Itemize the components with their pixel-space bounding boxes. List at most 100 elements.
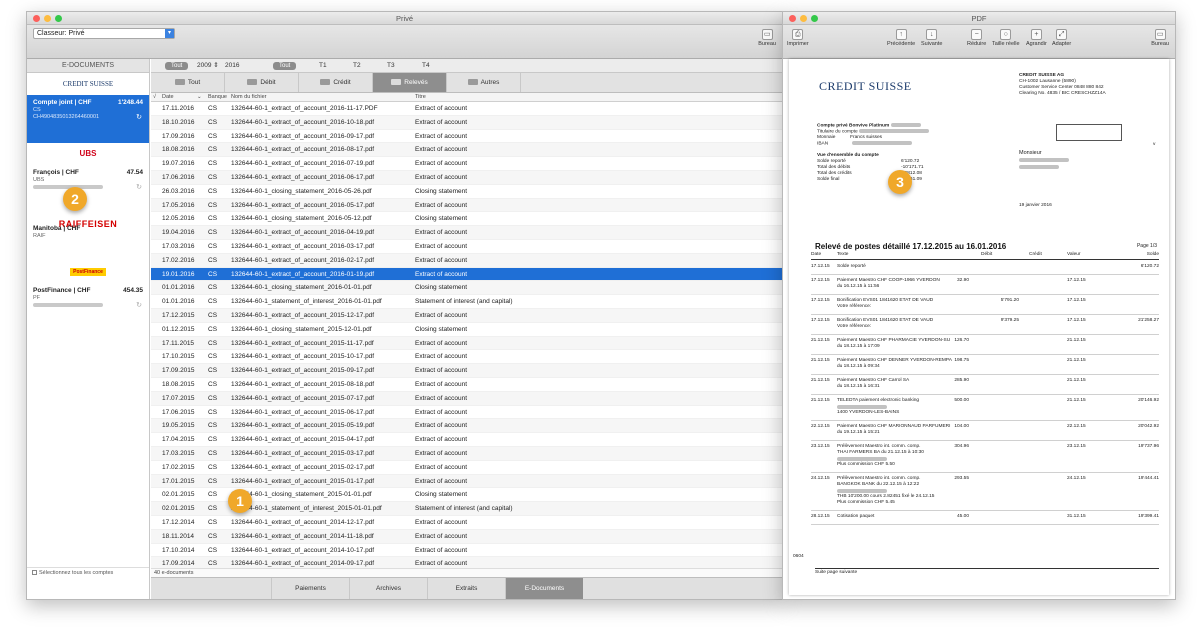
year-from-select[interactable]: 2009 ⇕ xyxy=(197,62,219,70)
next-page-button[interactable]: ↓ Suivante xyxy=(921,29,942,47)
table-row[interactable]: 17.03.2016 CS 132644-60-1_extract_of_accou… xyxy=(151,240,782,254)
table-row[interactable]: 01.01.2016 CS 132644-60-1_statement_of_int… xyxy=(151,295,782,309)
cell-bank: CS xyxy=(208,242,218,250)
close-button[interactable] xyxy=(33,15,40,22)
tab-paiements[interactable]: Paiements xyxy=(271,578,349,599)
tab-archives[interactable]: Archives xyxy=(349,578,427,599)
table-row[interactable]: 19.01.2016 CS 132644-60-1_extract_of_accou… xyxy=(151,267,782,282)
print-button[interactable]: ⎙ Imprimer xyxy=(787,29,809,47)
cell-date: 17.03.2016 xyxy=(162,242,195,250)
pdf-toolbar: ⎙ Imprimer ↑ Précédente ↓ Suivante − Réduire… xyxy=(783,25,1175,59)
cell-file: 132644-60-1_extract_of_account_2016-10-1… xyxy=(231,118,375,126)
cell-title: Extract of account xyxy=(415,380,468,388)
select-all-checkbox[interactable] xyxy=(32,570,37,576)
table-row[interactable]: 01.01.2016 CS 132644-60-1_closing_statemen… xyxy=(151,281,782,296)
cell-date: 18.11.2014 xyxy=(162,532,195,540)
tab-extraits[interactable]: Extraits xyxy=(427,578,505,599)
sync-icon[interactable]: ↻ xyxy=(136,183,142,191)
table-row[interactable]: 17.04.2015 CS 132644-60-1_extract_of_accou… xyxy=(151,433,782,447)
fit-button[interactable]: ⤢ Adapter xyxy=(1052,29,1071,47)
bureau-button[interactable]: ▭ Bureau xyxy=(758,29,776,47)
table-row[interactable]: 17.10.2015 CS 132644-60-1_extract_of_accou… xyxy=(151,350,782,365)
table-row[interactable]: 17.09.2015 CS 132644-60-1_extract_of_accou… xyxy=(151,364,782,378)
table-row[interactable]: 18.11.2014 CS 132644-60-1_extract_of_accou… xyxy=(151,529,782,544)
account-item-manitoba[interactable]: Manitoba | CHF RAIF xyxy=(27,221,149,261)
cell-date: 19.01.2016 xyxy=(162,270,195,278)
cell-title: Extract of account xyxy=(415,256,468,264)
cell-bank: CS xyxy=(208,532,218,540)
table-row[interactable]: 17.01.2015 CS 132644-60-1_extract_of_accou… xyxy=(151,474,782,489)
table-row[interactable]: 17.09.2016 CS 132644-60-1_extract_of_accou… xyxy=(151,130,782,144)
quarter-t2[interactable]: T2 xyxy=(353,62,361,70)
table-row[interactable]: 19.07.2016 CS 132644-60-1_extract_of_accou… xyxy=(151,157,782,171)
sort-check-icon[interactable]: √ xyxy=(153,93,156,102)
tab-releves[interactable]: Relevés xyxy=(373,73,447,92)
col-title[interactable]: Titre xyxy=(415,93,615,102)
pdf-bureau-button[interactable]: ▭ Bureau xyxy=(1151,29,1169,47)
account-item-compte-joint[interactable]: Compte joint | CHF 1'248.44 CS CH4904835… xyxy=(27,95,149,143)
table-row[interactable]: 26.03.2016 CS 132644-60-1_closing_statemen… xyxy=(151,185,782,199)
side-code: 0604 xyxy=(793,554,804,559)
cell-title: Closing statement xyxy=(415,215,468,223)
transaction-row: 17.12.15 Bonification EVS01 1841620 ETAT … xyxy=(811,298,1159,315)
account-item-francois[interactable]: François | CHF 47.54 UBS ↻ xyxy=(27,165,149,213)
cell-date: 17.12.2015 xyxy=(162,311,195,319)
close-button[interactable] xyxy=(789,15,796,22)
year-to-select[interactable]: 2016 xyxy=(225,62,239,70)
prev-page-button[interactable]: ↑ Précédente xyxy=(887,29,915,47)
fit-icon: ⤢ xyxy=(1056,29,1068,40)
tab-e-documents[interactable]: E-Documents xyxy=(505,578,583,599)
zoom-button[interactable] xyxy=(55,15,62,22)
cell-title: Extract of account xyxy=(415,173,468,181)
account-name: Manitoba | CHF xyxy=(33,225,81,232)
cell-file: 132644-60-1_extract_of_account_2014-10-1… xyxy=(231,546,375,554)
filter-all-years[interactable]: Tout xyxy=(165,62,189,70)
select-all-accounts[interactable]: Sélectionnez tous les comptes xyxy=(27,567,149,577)
table-row[interactable]: 01.12.2015 CS 132644-60-1_closing_statemen… xyxy=(151,323,782,337)
cell-title: Statement of interest (and capital) xyxy=(415,505,513,513)
table-row[interactable]: 17.02.2016 CS 132644-60-1_extract_of_accou… xyxy=(151,253,782,268)
table-row[interactable]: 19.05.2015 CS 132644-60-1_extract_of_accou… xyxy=(151,419,782,434)
table-row[interactable]: 17.11.2015 CS 132644-60-1_extract_of_accou… xyxy=(151,336,782,351)
quarter-t1[interactable]: T1 xyxy=(319,62,327,70)
sync-icon[interactable]: ↻ xyxy=(136,113,142,121)
table-row[interactable]: 17.07.2015 CS 132644-60-1_extract_of_accou… xyxy=(151,391,782,406)
pdf-page[interactable]: CREDIT SUISSE CREDIT SUISSE AG CH-1002 L… xyxy=(789,59,1169,595)
table-row[interactable]: 12.05.2016 CS 132644-60-1_closing_statemen… xyxy=(151,212,782,227)
zoom-button[interactable] xyxy=(811,15,818,22)
sync-icon[interactable]: ↻ xyxy=(136,301,142,309)
table-row[interactable]: 17.11.2016 CS 132644-60-1_extract_of_accou… xyxy=(151,102,782,116)
table-row[interactable]: 19.04.2016 CS 132644-60-1_extract_of_accou… xyxy=(151,226,782,240)
table-row[interactable]: 18.08.2015 CS 132644-60-1_extract_of_accou… xyxy=(151,378,782,392)
table-row[interactable]: 17.10.2014 CS 132644-60-1_extract_of_accou… xyxy=(151,544,782,558)
tab-autres[interactable]: Autres xyxy=(447,73,521,92)
table-row[interactable]: 18.10.2016 CS 132644-60-1_extract_of_accou… xyxy=(151,115,782,130)
actual-size-button[interactable]: ○ Taille réelle xyxy=(992,29,1020,47)
table-row[interactable]: 17.06.2015 CS 132644-60-1_extract_of_accou… xyxy=(151,406,782,420)
minimize-button[interactable] xyxy=(44,15,51,22)
table-row[interactable]: 17.03.2015 CS 132644-60-1_extract_of_accou… xyxy=(151,446,782,461)
cell-bank: CS xyxy=(208,491,218,499)
quarter-t3[interactable]: T3 xyxy=(387,62,395,70)
cell-file: 132644-60-1_extract_of_account_2016-06-1… xyxy=(231,173,375,181)
table-row[interactable]: 17.06.2016 CS 132644-60-1_extract_of_accou… xyxy=(151,170,782,185)
table-row[interactable]: 17.05.2016 CS 132644-60-1_extract_of_accou… xyxy=(151,198,782,213)
table-row[interactable]: 17.02.2015 CS 132644-60-1_extract_of_accou… xyxy=(151,461,782,475)
cell-title: Extract of account xyxy=(415,118,468,126)
zoom-in-button[interactable]: + Agrandir xyxy=(1026,29,1047,47)
table-row[interactable]: 17.12.2015 CS 132644-60-1_extract_of_accou… xyxy=(151,308,782,323)
tab-debit[interactable]: Débit xyxy=(225,73,299,92)
tab-credit[interactable]: Crédit xyxy=(299,73,373,92)
tab-tout[interactable]: Tout xyxy=(151,73,225,92)
account-bank: CS xyxy=(33,107,41,113)
filter-all-quarters[interactable]: Tout xyxy=(273,62,297,70)
col-bank[interactable]: Banque xyxy=(208,93,230,102)
table-row[interactable]: 18.08.2016 CS 132644-60-1_extract_of_accou… xyxy=(151,143,782,158)
zoom-out-button[interactable]: − Réduire xyxy=(967,29,986,47)
account-item-postfinance[interactable]: PostFinance | CHF 454.35 PF ↻ xyxy=(27,283,149,331)
minimize-button[interactable] xyxy=(800,15,807,22)
table-row[interactable]: 17.12.2014 CS 132644-60-1_extract_of_accou… xyxy=(151,516,782,530)
col-file[interactable]: Nom du fichier xyxy=(231,93,411,102)
quarter-t4[interactable]: T4 xyxy=(422,62,430,70)
classeur-select[interactable]: Classeur: Privé ▾ xyxy=(33,28,175,39)
